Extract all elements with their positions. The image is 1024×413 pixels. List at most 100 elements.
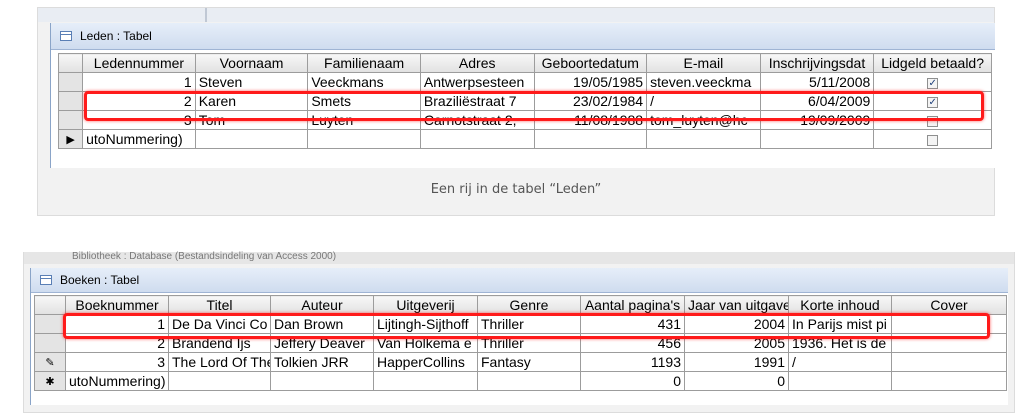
cell-uitgeverij[interactable]: HapperCollins [373,352,478,372]
cell-ledennummer[interactable]: 1 [82,72,196,92]
column-header[interactable]: Boeknummer [65,295,169,315]
cell-ledennummer[interactable]: 2 [82,91,196,111]
column-header[interactable]: Titel [168,295,271,315]
cell-auteur[interactable]: Jeffery Deaver [270,333,374,353]
column-header[interactable]: Uitgeverij [373,295,478,315]
column-header[interactable]: Familienaam [307,53,421,73]
cell-genre[interactable]: Thriller [477,333,581,353]
column-header[interactable]: Jaar van uitgave [684,295,789,315]
cell-adres[interactable]: Carnotstraat 2, [419,110,535,130]
row-selector[interactable] [34,314,66,334]
leden-table-window: Leden : Tabel Ledennummer Voornaam Famil… [50,23,995,168]
row-selector[interactable] [57,91,84,111]
cell-boeknummer[interactable]: 1 [65,314,169,334]
column-header[interactable]: Geboortedatum [533,53,648,73]
cell-cover[interactable] [891,352,1007,372]
cell-jaar[interactable]: 2004 [684,314,789,334]
cell-adres[interactable]: Antwerpsesteen [419,72,535,92]
cell-inhoud[interactable]: 1936. Het is de [788,333,892,353]
cell-adres[interactable]: Braziliëstraat 7 [419,91,535,111]
new-record-asterisk-icon[interactable]: ✱ [34,371,66,391]
cell-jaar-new[interactable]: 0 [684,371,789,391]
cell-inschrijving[interactable]: 6/04/2009 [759,91,875,111]
lidgeld-checkbox[interactable] [927,115,939,127]
leden-titlebar[interactable]: Leden : Tabel [51,23,995,50]
cell-paginas[interactable]: 1193 [580,352,685,372]
cell-email-new[interactable] [646,129,761,149]
cell-uitgeverij[interactable]: Lijtingh-Sijthoff [373,314,478,334]
cell-familienaam[interactable]: Smets [307,91,421,111]
cell-cover-new[interactable] [891,371,1007,391]
cell-titel[interactable]: Brandend Ijs [168,333,271,353]
current-record-arrow-icon[interactable]: ▶ [57,129,84,149]
cell-inhoud[interactable]: / [788,352,892,372]
lidgeld-checkbox[interactable] [927,134,939,146]
lidgeld-checkbox[interactable]: ✓ [927,96,939,108]
column-header[interactable]: Adres [419,53,535,73]
cell-email[interactable]: / [646,91,761,111]
boeken-titlebar[interactable]: Boeken : Tabel [31,268,1008,293]
cell-boeknummer[interactable]: 3 [65,352,169,372]
select-all-corner[interactable] [34,295,66,315]
column-header[interactable]: Genre [477,295,581,315]
cell-ledennummer[interactable]: 3 [82,110,196,130]
cell-titel[interactable]: De Da Vinci Co [168,314,271,334]
cell-jaar[interactable]: 1991 [684,352,789,372]
cell-inschrijving[interactable]: 19/09/2009 [759,110,875,130]
row-selector[interactable] [34,333,66,353]
cell-boeknummer[interactable]: 2 [65,333,169,353]
cell-geboortedatum[interactable]: 19/05/1985 [533,72,648,92]
cell-uitgeverij-new[interactable] [373,371,478,391]
column-header[interactable]: Voornaam [194,53,309,73]
column-header[interactable]: E-mail [646,53,761,73]
cell-inhoud-new[interactable] [788,371,892,391]
cell-voornaam-new[interactable] [194,129,309,149]
cell-boeknummer-new[interactable]: utoNummering) [65,371,169,391]
cell-genre[interactable]: Fantasy [477,352,581,372]
cell-familienaam[interactable]: Veeckmans [307,72,421,92]
column-header[interactable]: Ledennummer [82,53,196,73]
cell-jaar[interactable]: 2005 [684,333,789,353]
cell-ledennummer-new[interactable]: utoNummering) [82,129,196,149]
cell-inschrijving-new[interactable] [759,129,875,149]
cell-genre-new[interactable] [477,371,581,391]
cell-paginas-new[interactable]: 0 [580,371,685,391]
cell-geboortedatum[interactable]: 23/02/1984 [533,91,648,111]
cell-familienaam[interactable]: Luyten [307,110,421,130]
cell-paginas[interactable]: 456 [580,333,685,353]
cell-voornaam[interactable]: Steven [194,72,309,92]
cell-email[interactable]: steven.veeckma [646,72,761,92]
column-header[interactable]: Korte inhoud [788,295,892,315]
cell-titel[interactable]: The Lord Of The [168,352,271,372]
table-row: ✎ 3 The Lord Of The Tolkien JRR HapperCo… [34,352,1007,372]
cell-uitgeverij[interactable]: Van Holkema e [373,333,478,353]
cell-voornaam[interactable]: Karen [194,91,309,111]
cell-auteur[interactable]: Tolkien JRR [270,352,374,372]
pencil-edit-icon[interactable]: ✎ [34,352,66,372]
cell-paginas[interactable]: 431 [580,314,685,334]
column-header[interactable]: Lidgeld betaald? [873,53,992,73]
cell-auteur[interactable]: Dan Brown [270,314,374,334]
lidgeld-checkbox[interactable]: ✓ [927,77,939,89]
cell-geboortedatum-new[interactable] [533,129,648,149]
cell-email[interactable]: tom_luyten@hc [646,110,761,130]
column-header[interactable]: Auteur [270,295,374,315]
cell-titel-new[interactable] [168,371,271,391]
cell-cover[interactable] [891,314,1007,334]
cell-geboortedatum[interactable]: 11/08/1988 [533,110,648,130]
cell-adres-new[interactable] [419,129,535,149]
cell-familienaam-new[interactable] [307,129,421,149]
select-all-corner[interactable] [57,53,84,73]
row-selector[interactable] [57,110,84,130]
cell-genre[interactable]: Thriller [477,314,581,334]
cell-cover[interactable] [891,333,1007,353]
column-header[interactable]: Cover [891,295,1007,315]
column-header[interactable]: Inschrijvingsdat [759,53,875,73]
cell-voornaam[interactable]: Tom [194,110,309,130]
cell-auteur-new[interactable] [270,371,374,391]
column-header[interactable]: Aantal pagina's [580,295,685,315]
new-record-row: ✱ utoNummering) 0 0 [34,371,1007,391]
row-selector[interactable] [57,72,84,92]
cell-inschrijving[interactable]: 5/11/2008 [759,72,875,92]
cell-inhoud[interactable]: In Parijs mist pi [788,314,892,334]
